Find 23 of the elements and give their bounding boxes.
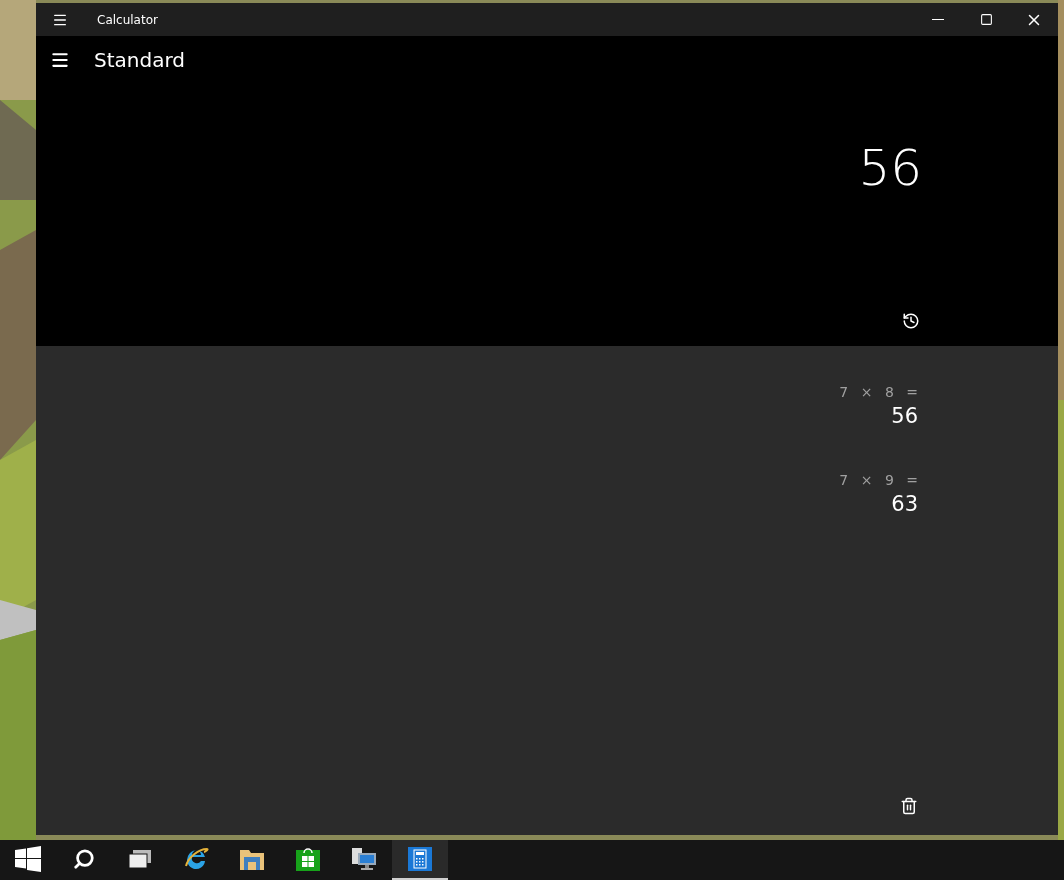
clear-history-button[interactable] <box>900 797 918 815</box>
history-result[interactable]: 63 <box>891 492 918 516</box>
store-bag-icon <box>296 847 320 871</box>
monitor-icon <box>351 847 377 871</box>
history-icon <box>902 312 920 330</box>
maximize-icon <box>979 13 993 26</box>
search-icon <box>73 848 95 870</box>
result-display: 56 <box>857 139 923 197</box>
mode-title: Standard <box>94 48 185 72</box>
trash-icon <box>900 797 918 815</box>
browser-e-icon <box>183 846 209 872</box>
calculator-icon <box>408 847 432 871</box>
history-button[interactable] <box>902 312 920 330</box>
history-expression[interactable]: 7 × 8 = <box>839 384 918 400</box>
window-title: Calculator <box>97 12 159 27</box>
minimize-icon <box>932 19 944 20</box>
taskbar-button[interactable] <box>392 840 448 880</box>
history-result[interactable]: 56 <box>891 404 918 428</box>
history-expression[interactable]: 7 × 9 = <box>839 472 918 488</box>
folder-icon <box>239 847 265 871</box>
windows-logo-icon <box>15 846 41 872</box>
stacked-windows-icon <box>128 849 152 869</box>
menu-icon <box>50 50 70 70</box>
